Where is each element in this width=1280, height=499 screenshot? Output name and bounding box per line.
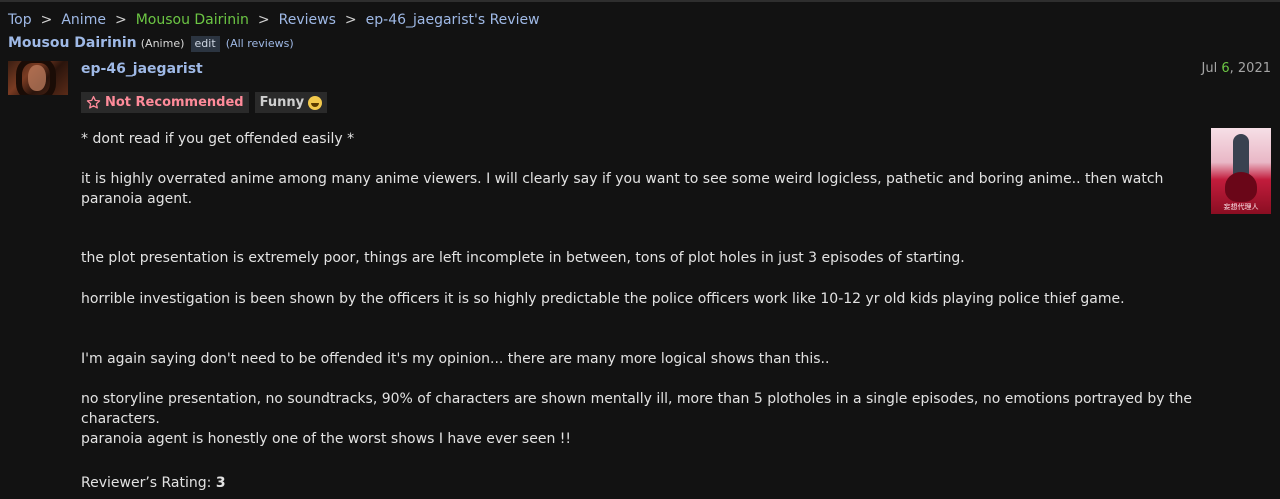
reviewer-username[interactable]: ep-46_jaegarist [81,60,203,78]
breadcrumb-separator: > [40,12,53,28]
breadcrumb-anime-title[interactable]: Mousou Dairinin [136,12,249,28]
anime-title-link[interactable]: Mousou Dairinin [8,35,137,51]
review-paragraph: horrible investigation is been shown by … [81,291,1125,307]
review-paragraph: paranoia agent is honestly one of the wo… [81,431,571,447]
laughing-face-icon [308,95,323,110]
breadcrumb-separator: > [257,12,270,28]
anime-cover-image[interactable]: 妄想代理人 [1211,128,1271,214]
breadcrumb-separator: > [344,12,357,28]
breadcrumb: Top > Anime > Mousou Dairinin > Reviews > ep-46_… [8,11,540,29]
review-tags: Not Recommended Funny [81,92,328,113]
breadcrumb-reviews[interactable]: Reviews [279,12,336,28]
review-paragraph: * dont read if you get offended easily * [81,131,355,147]
anime-type-label: (Anime) [140,37,185,50]
all-reviews-link[interactable]: (All reviews) [226,37,294,50]
breadcrumb-separator: > [114,12,127,28]
anime-title-bar: Mousou Dairinin (Anime) edit (All review… [8,34,294,53]
review-date-month: Jul [1201,61,1218,76]
star-outline-icon [86,95,101,109]
funny-tag: Funny [254,92,328,113]
funny-label: Funny [259,95,305,110]
rating-label: Reviewer’s Rating: [81,475,212,491]
review-date-year: , 2021 [1229,61,1271,76]
edit-button[interactable]: edit [190,36,220,52]
not-recommended-tag: Not Recommended [81,92,249,113]
breadcrumb-anime[interactable]: Anime [61,12,106,28]
reviewer-rating: Reviewer’s Rating: 3 [81,474,226,492]
top-border [0,0,1280,2]
breadcrumb-top[interactable]: Top [8,12,32,28]
review-paragraph: the plot presentation is extremely poor,… [81,250,965,266]
not-recommended-label: Not Recommended [105,95,244,110]
rating-value: 3 [215,475,226,491]
review-paragraph: it is highly overrated anime among many … [81,171,1164,207]
review-paragraph: I'm again saying don't need to be offend… [81,351,830,367]
user-avatar[interactable] [8,61,68,95]
review-date-day: 6 [1221,61,1230,76]
cover-title-text: 妄想代理人 [1223,203,1259,211]
review-date: Jul 6, 2021 [1202,61,1271,77]
review-paragraph: no storyline presentation, no soundtrack… [81,391,1192,427]
cover-shape [1225,172,1257,202]
avatar-face [28,65,46,91]
breadcrumb-current-review[interactable]: ep-46_jaegarist's Review [366,12,540,28]
